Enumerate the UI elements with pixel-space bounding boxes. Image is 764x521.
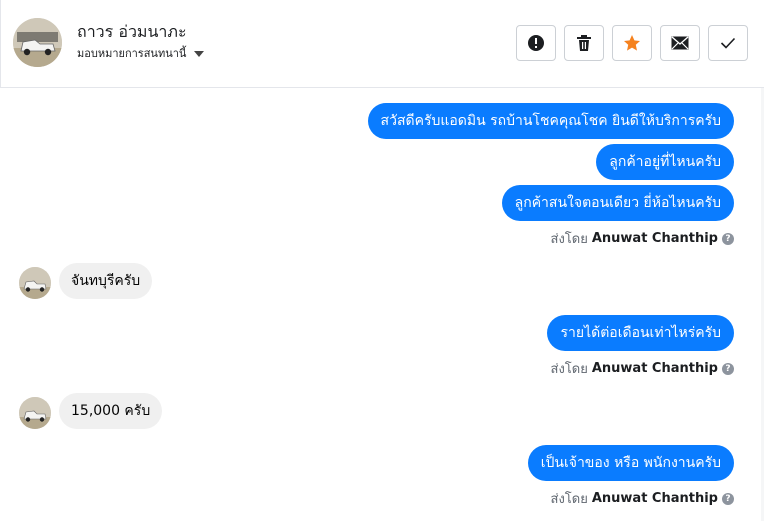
help-icon[interactable]: ?: [722, 492, 734, 505]
assign-label: มอบหมายการสนทนานี้: [77, 47, 187, 60]
conversation-header: ถาวร อ่วมนาภะ มอบหมายการสนทนานี้: [0, 0, 764, 88]
sent-by-label: ส่งโดย Anuwat Chanthip ?: [551, 358, 734, 379]
contact-avatar-small[interactable]: [19, 397, 51, 429]
contact-avatar-small[interactable]: [19, 267, 51, 299]
assign-conversation-dropdown[interactable]: มอบหมายการสนทนานี้: [77, 44, 205, 62]
unread-button[interactable]: [660, 25, 700, 61]
sent-by-prefix: ส่งโดย: [550, 362, 588, 377]
message-bubble[interactable]: เป็นเจ้าของ หรือ พนักงานครับ: [527, 445, 734, 481]
sender-name: Anuwat Chanthip: [591, 361, 718, 376]
sender-name: Anuwat Chanthip: [591, 491, 718, 506]
trash-icon: [577, 35, 591, 51]
outgoing-message: รายได้ต่อเดือนเท่าไหร่ครับ: [547, 315, 734, 351]
star-button[interactable]: [612, 25, 652, 61]
outgoing-message: ลูกค้าสนใจตอนเดียว ยี่ห้อไหนครับ: [501, 185, 734, 221]
exclamation-icon: [528, 35, 544, 51]
envelope-icon: [671, 36, 689, 50]
incoming-message[interactable]: จันทบุรีครับ: [59, 263, 153, 299]
outgoing-message: สวัสดีครับแอดมิน รถบ้านโชคคุณโชค ยินดีให…: [367, 103, 734, 139]
message-bubble[interactable]: สวัสดีครับแอดมิน รถบ้านโชคคุณโชค ยินดีให…: [367, 103, 734, 139]
delete-button[interactable]: [564, 25, 604, 61]
report-button[interactable]: [516, 25, 556, 61]
outgoing-message: เป็นเจ้าของ หรือ พนักงานครับ: [527, 445, 734, 481]
header-actions: [516, 25, 748, 61]
star-icon: [624, 35, 640, 51]
help-icon[interactable]: ?: [722, 362, 734, 375]
contact-avatar[interactable]: [13, 18, 62, 67]
checkmark-icon: [720, 37, 736, 49]
message-bubble[interactable]: ลูกค้าสนใจตอนเดียว ยี่ห้อไหนครับ: [501, 185, 734, 221]
message-bubble[interactable]: ลูกค้าอยู่ที่ไหนครับ: [596, 144, 734, 180]
contact-name[interactable]: ถาวร อ่วมนาภะ: [77, 20, 187, 45]
sender-name: Anuwat Chanthip: [591, 231, 718, 246]
incoming-message[interactable]: 15,000 ครับ: [59, 393, 163, 429]
done-button[interactable]: [708, 25, 748, 61]
conversation-panel: ถาวร อ่วมนาภะ มอบหมายการสนทนานี้ สวัสดีค…: [0, 0, 764, 521]
sent-by-label: ส่งโดย Anuwat Chanthip ?: [551, 228, 734, 249]
message-bubble[interactable]: รายได้ต่อเดือนเท่าไหร่ครับ: [547, 315, 734, 351]
caret-down-icon[interactable]: [194, 51, 205, 57]
sent-by-label: ส่งโดย Anuwat Chanthip ?: [551, 488, 734, 509]
outgoing-message: ลูกค้าอยู่ที่ไหนครับ: [596, 144, 734, 180]
sent-by-prefix: ส่งโดย: [550, 492, 588, 507]
message-thread[interactable]: สวัสดีครับแอดมิน รถบ้านโชคคุณโชค ยินดีให…: [0, 89, 764, 521]
sent-by-prefix: ส่งโดย: [550, 232, 588, 247]
help-icon[interactable]: ?: [722, 232, 734, 245]
